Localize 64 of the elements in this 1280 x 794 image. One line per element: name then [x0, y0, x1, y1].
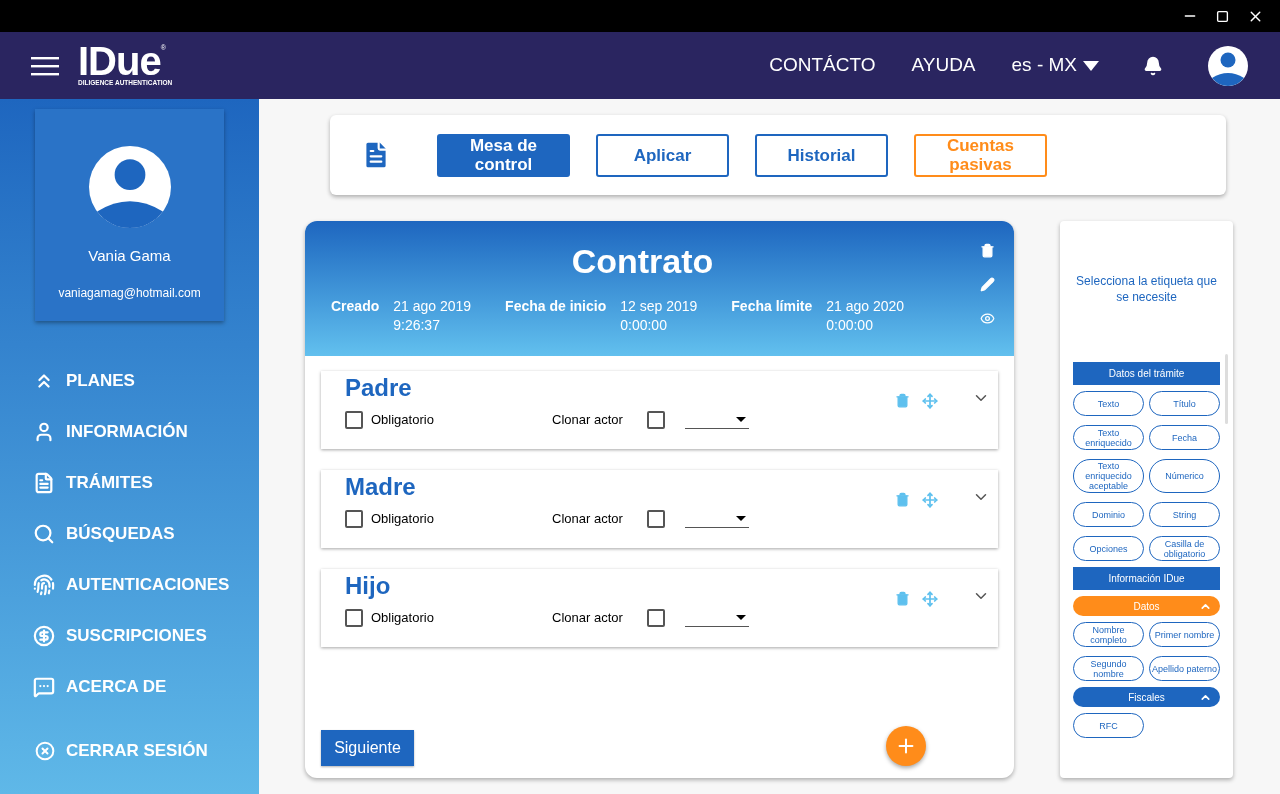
field-date: 12 sep 2019	[620, 297, 698, 316]
search-icon	[33, 522, 55, 545]
checkbox[interactable]	[647, 509, 665, 528]
checkbox-label: Obligatorio	[371, 609, 435, 627]
section-header[interactable]: Datos del trámite	[1073, 362, 1220, 385]
pencil-icon[interactable]	[980, 277, 995, 292]
caret-icon	[1083, 60, 1099, 71]
checkbox-label: Clonar actor	[552, 411, 624, 429]
sidebar-item[interactable]: PLANES	[33, 369, 259, 392]
tag-chip[interactable]: Númerico	[1149, 459, 1220, 493]
nav-link[interactable]: CONTÁCTO	[769, 51, 876, 80]
menu-icon[interactable]	[31, 55, 59, 76]
field-label: Fecha límite	[731, 297, 813, 316]
field-time: 0:00:00	[826, 316, 874, 335]
trash-icon[interactable]	[980, 243, 995, 258]
fingerprint-icon	[33, 573, 55, 596]
toolbar-button[interactable]: Mesa de control	[437, 133, 570, 177]
checkbox[interactable]	[345, 509, 363, 528]
toolbar-button[interactable]: Historial	[755, 133, 888, 177]
section-header[interactable]: Información IDue	[1073, 567, 1220, 590]
checkbox[interactable]	[647, 608, 665, 627]
caret-icon	[736, 515, 746, 521]
nav-link[interactable]: AYUDA	[911, 51, 976, 80]
chat-icon	[33, 675, 55, 698]
caret-icon	[736, 614, 746, 620]
sidebar-item[interactable]: BÚSQUEDAS	[33, 522, 259, 545]
field-label: Fecha de inicio	[505, 297, 607, 316]
tag-chip[interactable]: Apellido paterno	[1149, 656, 1220, 681]
field-date: 21 ago 2019	[393, 297, 472, 316]
scrollbar-thumb	[1225, 354, 1228, 424]
actor-name: Padre	[345, 373, 413, 403]
contract-title: Contrato	[571, 241, 714, 281]
dollar-icon	[33, 624, 55, 647]
user-icon	[33, 420, 55, 443]
actor-name: Madre	[345, 472, 417, 502]
checkbox[interactable]	[345, 608, 363, 627]
checkbox[interactable]	[345, 410, 363, 429]
avatar-icon	[88, 146, 171, 228]
sidebar-item[interactable]: INFORMACIÓN	[33, 420, 259, 443]
next-button[interactable]: Siguiente	[321, 730, 414, 766]
sidebar-item[interactable]: TRÁMITES	[33, 471, 259, 494]
profile-email: vaniagamag@hotmail.com	[58, 284, 201, 302]
caret-icon	[736, 416, 746, 422]
checkbox-label: Clonar actor	[552, 510, 624, 528]
checkbox-label: Obligatorio	[371, 510, 435, 528]
language-select[interactable]: es - MX	[1011, 51, 1099, 80]
checkbox-label: Obligatorio	[371, 411, 435, 429]
toolbar-button[interactable]: Aplicar	[596, 133, 729, 177]
bell-icon[interactable]	[1143, 55, 1163, 76]
field-date: 21 ago 2020	[826, 297, 905, 316]
checkbox-label: Clonar actor	[552, 609, 624, 627]
field-time: 0:00:00	[620, 316, 668, 335]
field-time: 9:26:37	[393, 316, 441, 335]
maximize-icon[interactable]	[1216, 9, 1229, 23]
avatar-icon	[1208, 45, 1248, 86]
close-circle-icon	[35, 740, 55, 761]
group-toggle[interactable]: Fiscales	[1073, 687, 1220, 707]
checkbox[interactable]	[647, 410, 665, 429]
field-label: Creado	[331, 297, 380, 316]
panel-title: Selecciona la etiqueta que se necesite	[1075, 273, 1218, 305]
actor-name: Hijo	[345, 571, 392, 601]
profile-name: Vania Gama	[88, 246, 171, 266]
document-icon	[33, 471, 55, 494]
eye-icon[interactable]	[980, 311, 995, 326]
